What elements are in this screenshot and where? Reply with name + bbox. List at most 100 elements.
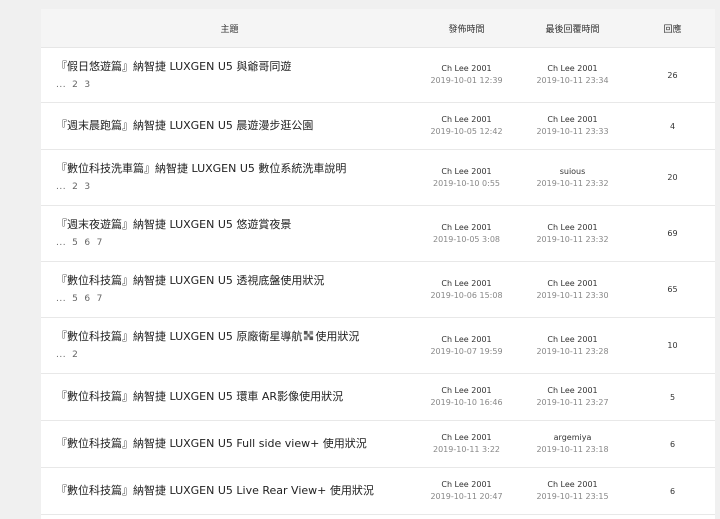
pagination-page-link[interactable]: 6 <box>84 238 90 248</box>
published-time: 2019-10-10 0:55 <box>433 178 500 188</box>
topic-title-text: 『數位科技篇』納智捷 LUXGEN U5 原廠衛星導航 <box>56 330 303 343</box>
pagination-ellipsis: ... <box>56 294 67 304</box>
pagination-page-link[interactable]: 7 <box>97 294 103 304</box>
last-reply-user-link[interactable]: suious <box>560 166 586 178</box>
published-cell: Ch Lee 2001 2019-10-07 19:59 <box>418 318 515 373</box>
last-reply-time: 2019-10-11 23:33 <box>536 127 609 136</box>
topic-title-text: 『數位科技篇』納智捷 LUXGEN U5 環車 AR影像使用狀況 <box>56 390 344 403</box>
table-row[interactable]: 『數位科技篇』納智捷 LUXGEN U5 Full side view+ 使用狀… <box>41 421 715 468</box>
topic-title-link[interactable]: 『數位科技篇』納智捷 LUXGEN U5 透視底盤使用狀況 <box>56 273 418 289</box>
last-reply-time: 2019-10-11 23:27 <box>536 398 609 407</box>
table-row[interactable]: 『週末晨跑篇』納智捷 LUXGEN U5 晨遊漫步逛公園 Ch Lee 2001 2… <box>41 103 715 150</box>
author-link[interactable]: Ch Lee 2001 <box>441 114 491 126</box>
topic-title-link[interactable]: 『假日悠遊篇』納智捷 LUXGEN U5 與爺哥同遊 <box>56 59 418 75</box>
topic-title-link[interactable]: 『數位科技篇』納智捷 LUXGEN U5 原廠衛星導航 使用狀況 <box>56 329 418 345</box>
topic-title-link[interactable]: 『週末夜遊篇』納智捷 LUXGEN U5 悠遊賞夜景 <box>56 217 418 233</box>
table-row[interactable]: 『週末夜遊篇』納智捷 LUXGEN U5 悠遊賞夜景... 5 6 7 Ch Lee 2… <box>41 206 715 262</box>
reply-count: 6 <box>669 439 676 449</box>
pagination-page-link[interactable]: 2 <box>72 80 78 90</box>
published-time: 2019-10-06 15:08 <box>430 290 503 300</box>
reply-count: 20 <box>667 173 678 182</box>
pagination-page-link[interactable]: 2 <box>72 350 78 360</box>
author-link[interactable]: Ch Lee 2001 <box>441 222 491 234</box>
pagination-page-link[interactable]: 3 <box>84 80 90 90</box>
author-link[interactable]: Ch Lee 2001 <box>441 432 491 444</box>
table-row[interactable]: 『數位科技篇』納智捷 LUXGEN U5 透視底盤使用狀況... 5 6 7 Ch Le… <box>41 262 715 318</box>
topic-pagination: ... 2 <box>56 348 418 362</box>
last-reply-time: 2019-10-11 23:28 <box>536 346 609 356</box>
last-reply-user-link[interactable]: argemiya <box>554 432 592 444</box>
topic-title-text: 『數位科技篇』納智捷 LUXGEN U5 Live Rear View+ 使用狀… <box>56 484 374 497</box>
pagination-page-link[interactable]: 5 <box>72 238 78 248</box>
table-row[interactable]: 『數位科技洗車篇』納智捷 LUXGEN U5 數位系統洗車說明... 2 3 Ch L… <box>41 150 715 206</box>
published-time: 2019-10-11 20:47 <box>430 492 503 501</box>
published-time: 2019-10-10 16:46 <box>430 398 503 407</box>
topic-title-text: 『週末晨跑篇』納智捷 LUXGEN U5 晨遊漫步逛公園 <box>56 119 314 132</box>
last-reply-cell: Ch Lee 2001 2019-10-11 23:15 <box>515 468 630 514</box>
pagination-page-link[interactable]: 3 <box>84 182 90 192</box>
reply-count: 5 <box>669 392 676 402</box>
published-time: 2019-10-07 19:59 <box>430 346 503 356</box>
last-reply-user-link[interactable]: Ch Lee 2001 <box>547 479 597 491</box>
reply-count: 69 <box>667 229 678 238</box>
pagination-ellipsis: ... <box>56 182 67 192</box>
last-reply-user-link[interactable]: Ch Lee 2001 <box>547 385 597 397</box>
reply-count: 65 <box>667 285 678 294</box>
pagination-ellipsis: ... <box>56 350 67 360</box>
column-header-replies[interactable]: 回應 <box>630 22 715 35</box>
pagination-page-link[interactable]: 6 <box>84 294 90 304</box>
published-cell: Ch Lee 2001 2019-10-11 20:47 <box>418 468 515 514</box>
last-reply-cell: Ch Lee 2001 2019-10-11 23:34 <box>515 48 630 102</box>
author-link[interactable]: Ch Lee 2001 <box>441 385 491 397</box>
last-reply-user-link[interactable]: Ch Lee 2001 <box>547 222 597 234</box>
topic-cell: 『數位科技篇』納智捷 LUXGEN U5 環車 AR影像使用狀況 <box>41 374 418 420</box>
pagination-page-link[interactable]: 5 <box>72 294 78 304</box>
author-link[interactable]: Ch Lee 2001 <box>441 166 491 178</box>
table-row[interactable]: 『數位科技篇』納智捷 LUXGEN U5 環車 AR影像使用狀況 Ch Lee 2… <box>41 374 715 421</box>
topic-title-text: 『週末夜遊篇』納智捷 LUXGEN U5 悠遊賞夜景 <box>56 218 292 231</box>
topic-title-link[interactable]: 『數位科技篇』納智捷 LUXGEN U5 環車 AR影像使用狀況 <box>56 389 418 405</box>
table-row[interactable]: 『數位科技篇』納智捷 LUXGEN U5 Live Rear View+ 使用狀… <box>41 468 715 515</box>
topic-title-link[interactable]: 『數位科技洗車篇』納智捷 LUXGEN U5 數位系統洗車說明 <box>56 161 418 177</box>
published-cell: Ch Lee 2001 2019-10-10 16:46 <box>418 374 515 420</box>
author-link[interactable]: Ch Lee 2001 <box>441 334 491 346</box>
pagination-page-link[interactable]: 2 <box>72 182 78 192</box>
author-link[interactable]: Ch Lee 2001 <box>441 278 491 290</box>
last-reply-cell: argemiya 2019-10-11 23:18 <box>515 421 630 467</box>
last-reply-time: 2019-10-11 23:30 <box>536 290 609 300</box>
last-reply-user-link[interactable]: Ch Lee 2001 <box>547 278 597 290</box>
published-cell: Ch Lee 2001 2019-10-05 12:42 <box>418 103 515 149</box>
last-reply-cell: Ch Lee 2001 2019-10-11 23:30 <box>515 262 630 317</box>
pagination-page-link[interactable]: 7 <box>97 238 103 248</box>
table-row[interactable]: 『假日悠遊篇』納智捷 LUXGEN U5 與爺哥同遊... 2 3 Ch Lee 20… <box>41 48 715 103</box>
table-row[interactable]: 『數位科技篇』納智捷 LUXGEN U5 原廠衛星導航 使用狀況... 2 Ch Le… <box>41 318 715 374</box>
satellite-emoji-icon <box>304 330 314 341</box>
topic-title-link[interactable]: 『週末晨跑篇』納智捷 LUXGEN U5 晨遊漫步逛公園 <box>56 118 418 134</box>
last-reply-user-link[interactable]: Ch Lee 2001 <box>547 63 597 75</box>
published-time: 2019-10-05 3:08 <box>433 234 500 244</box>
last-reply-cell: Ch Lee 2001 2019-10-11 23:32 <box>515 206 630 261</box>
column-header-published[interactable]: 發佈時間 <box>418 22 515 35</box>
published-time: 2019-10-01 12:39 <box>430 76 503 85</box>
last-reply-time: 2019-10-11 23:18 <box>536 445 609 454</box>
column-header-last-reply[interactable]: 最後回覆時間 <box>515 22 630 35</box>
last-reply-time: 2019-10-11 23:15 <box>536 492 609 501</box>
reply-count: 6 <box>669 486 676 496</box>
published-cell: Ch Lee 2001 2019-10-11 3:22 <box>418 421 515 467</box>
last-reply-cell: Ch Lee 2001 2019-10-11 23:27 <box>515 374 630 420</box>
author-link[interactable]: Ch Lee 2001 <box>441 479 491 491</box>
topic-title-link[interactable]: 『數位科技篇』納智捷 LUXGEN U5 Full side view+ 使用狀… <box>56 436 418 452</box>
last-reply-user-link[interactable]: Ch Lee 2001 <box>547 334 597 346</box>
topic-pagination: ... 5 6 7 <box>56 292 418 306</box>
topic-pagination: ... 2 3 <box>56 180 418 194</box>
topic-title-link[interactable]: 『數位科技篇』納智捷 LUXGEN U5 Live Rear View+ 使用狀… <box>56 483 418 499</box>
topic-cell: 『假日悠遊篇』納智捷 LUXGEN U5 與爺哥同遊... 2 3 <box>41 48 418 102</box>
topic-title-text: 『數位科技篇』納智捷 LUXGEN U5 透視底盤使用狀況 <box>56 274 325 287</box>
topic-cell: 『數位科技篇』納智捷 LUXGEN U5 透視底盤使用狀況... 5 6 7 <box>41 262 418 317</box>
topic-list-panel: 主題 發佈時間 最後回覆時間 回應 『假日悠遊篇』納智捷 LUXGEN U5 與… <box>41 9 715 519</box>
column-header-topic[interactable]: 主題 <box>41 22 418 35</box>
last-reply-user-link[interactable]: Ch Lee 2001 <box>547 114 597 126</box>
published-cell: Ch Lee 2001 2019-10-05 3:08 <box>418 206 515 261</box>
last-reply-cell: Ch Lee 2001 2019-10-11 23:33 <box>515 103 630 149</box>
author-link[interactable]: Ch Lee 2001 <box>441 63 491 75</box>
